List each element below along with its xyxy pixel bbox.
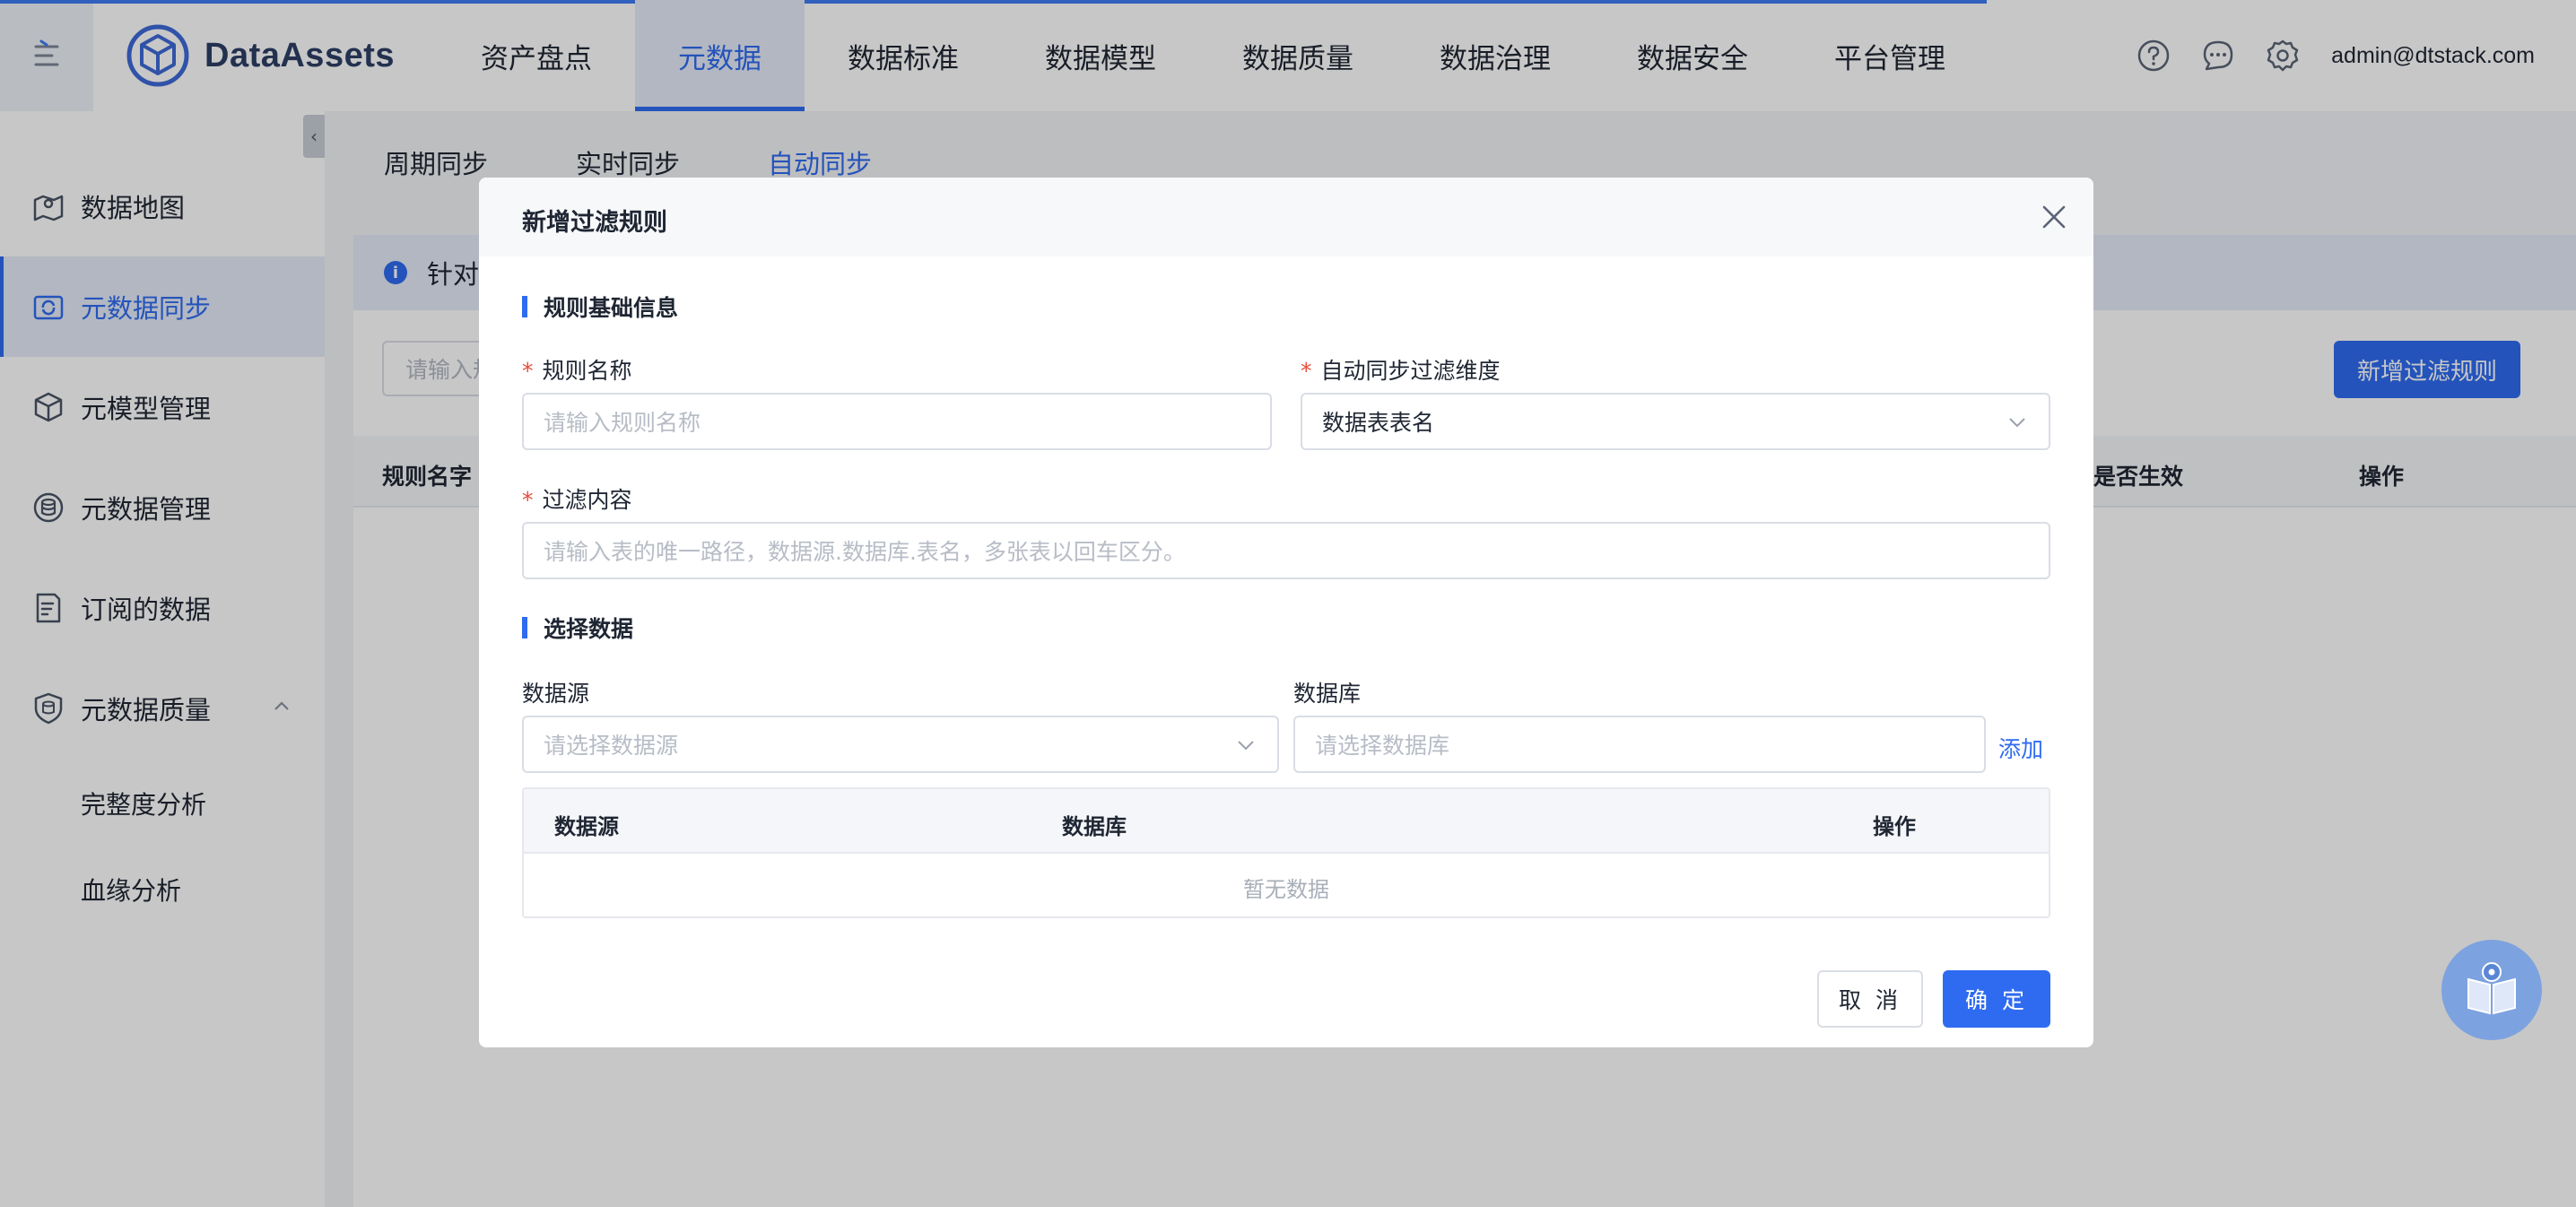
modal-header: 新增过滤规则 xyxy=(479,178,2093,256)
section-select-data-label: 选择数据 xyxy=(544,616,634,642)
dimension-select[interactable]: 数据表表名 xyxy=(1301,393,2050,450)
database-select[interactable]: 请选择数据库 xyxy=(1293,716,1986,773)
section-basic-info: 规则基础信息 xyxy=(522,291,678,323)
datasource-label: 数据源 xyxy=(522,681,590,707)
column-operation: 操作 xyxy=(1873,814,1916,839)
datasource-placeholder: 请选择数据源 xyxy=(544,733,679,759)
column-database: 数据库 xyxy=(1062,814,1127,839)
dimension-label: * 自动同步过滤维度 xyxy=(1301,353,1501,386)
selected-data-table-header: 数据源 数据库 操作 xyxy=(524,789,2049,854)
add-data-link[interactable]: 添加 xyxy=(1998,732,2043,764)
column-datasource: 数据源 xyxy=(554,814,619,839)
cancel-button[interactable]: 取 消 xyxy=(1817,970,1923,1028)
book-icon xyxy=(2467,962,2516,1015)
guide-floating-button[interactable] xyxy=(2441,940,2542,1040)
modal-title: 新增过滤规则 xyxy=(522,209,667,237)
database-label: 数据库 xyxy=(1293,681,1362,707)
section-select-data: 选择数据 xyxy=(522,612,633,644)
close-icon xyxy=(2042,205,2066,229)
datasource-select[interactable]: 请选择数据源 xyxy=(522,716,1279,773)
add-filter-rule-modal: 新增过滤规则 规则基础信息 * 规则名称 请输入规则名称 * 自动同步过滤维度 数据… xyxy=(479,178,2093,1047)
filter-content-label-text: 过滤内容 xyxy=(542,487,632,513)
required-mark: * xyxy=(522,487,534,513)
chevron-down-icon xyxy=(2009,418,2025,428)
dimension-select-value: 数据表表名 xyxy=(1322,410,1435,436)
rule-name-label-text: 规则名称 xyxy=(542,358,632,384)
chevron-down-icon xyxy=(1238,741,1254,751)
filter-content-input[interactable]: 请输入表的唯一路径，数据源.数据库.表名，多张表以回车区分。 xyxy=(522,522,2050,579)
dimension-label-text: 自动同步过滤维度 xyxy=(1320,358,1501,384)
confirm-button[interactable]: 确 定 xyxy=(1943,970,2050,1028)
empty-state-text: 暂无数据 xyxy=(1243,876,1329,902)
rule-name-input[interactable]: 请输入规则名称 xyxy=(522,393,1272,450)
required-mark: * xyxy=(522,358,534,384)
selected-data-table: 数据源 数据库 操作 暂无数据 xyxy=(522,787,2050,918)
filter-content-label: * 过滤内容 xyxy=(522,482,632,515)
section-basic-info-label: 规则基础信息 xyxy=(544,295,679,321)
rule-name-label: * 规则名称 xyxy=(522,353,632,386)
required-mark: * xyxy=(1301,358,1312,384)
modal-close-button[interactable] xyxy=(2036,199,2072,235)
